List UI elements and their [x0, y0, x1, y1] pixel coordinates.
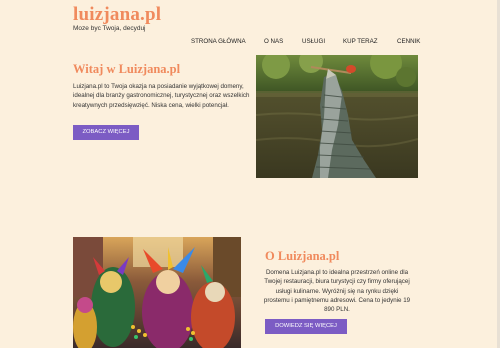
hero-text: Luizjana.pl to Twoja okazja na posiadani… [73, 83, 250, 109]
hero-image [256, 55, 418, 178]
site-logo[interactable]: luizjana.pl [73, 4, 161, 26]
learn-more-button[interactable]: DOWIEDZ SIĘ WIĘCEJ [265, 319, 347, 334]
see-more-button[interactable]: ZOBACZ WIĘCEJ [73, 125, 139, 140]
hero-title: Witaj w Luizjana.pl [73, 62, 181, 76]
nav-item-buy[interactable]: KUP TERAZ [343, 38, 378, 45]
alligator-photo [256, 55, 418, 178]
site-tagline: Moze byc Twoja, decyduj [73, 25, 146, 32]
nav-item-services[interactable]: USŁUGI [302, 38, 325, 45]
about-image [73, 237, 241, 348]
about-title: O Luizjana.pl [265, 249, 340, 263]
about-text: Domena Luizjana.pl to idealna przestrzeń… [263, 269, 411, 314]
nav-item-home[interactable]: STRONA GŁÓWNA [191, 38, 246, 45]
carnival-masks-photo [73, 237, 241, 348]
main-nav: STRONA GŁÓWNA O NAS USŁUGI KUP TERAZ CEN… [0, 38, 500, 48]
nav-item-pricing[interactable]: CENNIK [397, 38, 420, 45]
nav-item-about[interactable]: O NAS [264, 38, 283, 45]
